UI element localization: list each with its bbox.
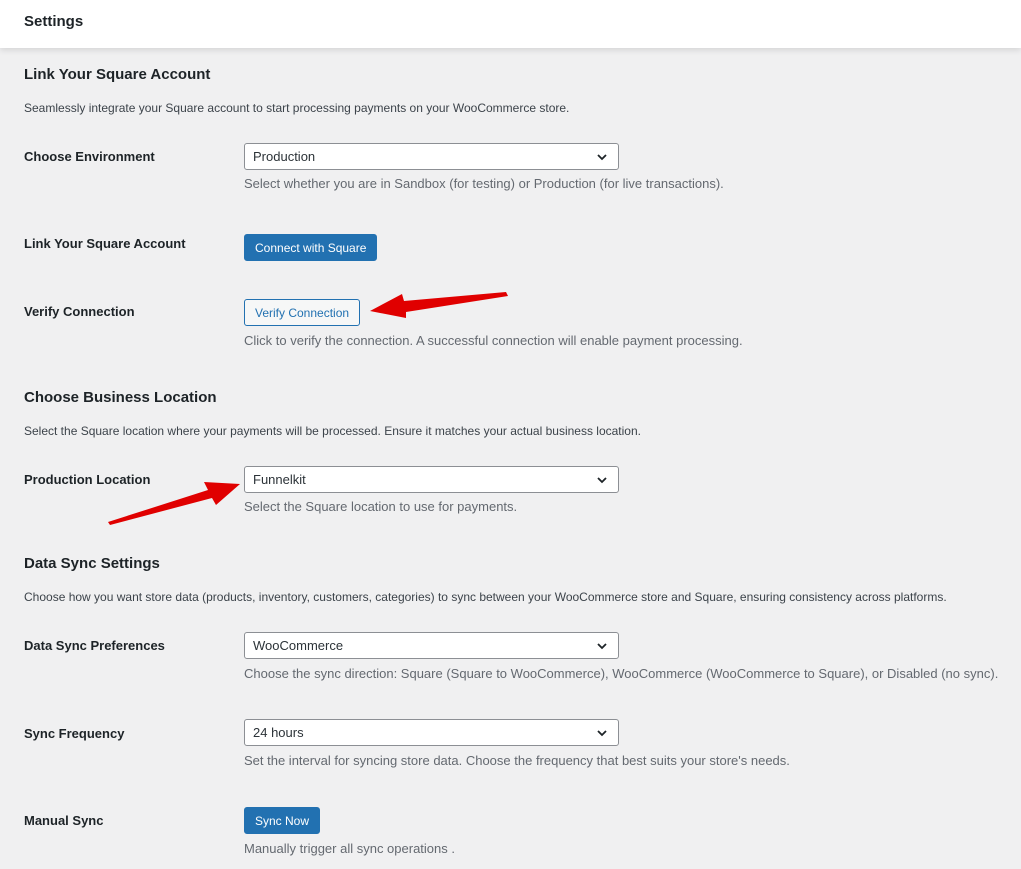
environment-label: Choose Environment — [24, 149, 155, 164]
connect-with-square-button[interactable]: Connect with Square — [244, 234, 378, 261]
section-description-link-account: Seamlessly integrate your Square account… — [24, 101, 570, 115]
sync-frequency-select[interactable]: 24 hours — [244, 719, 619, 746]
chevron-down-icon — [597, 477, 607, 484]
data-sync-preferences-help: Choose the sync direction: Square (Squar… — [244, 666, 999, 681]
section-title-business-location: Choose Business Location — [24, 389, 217, 406]
page-title: Settings — [24, 13, 84, 30]
page-header: Settings — [0, 0, 1021, 48]
environment-select[interactable]: Production — [244, 143, 619, 170]
annotation-arrow-verify — [370, 292, 508, 318]
verify-connection-help: Click to verify the connection. A succes… — [244, 333, 743, 348]
chevron-down-icon — [597, 154, 607, 161]
sync-now-button[interactable]: Sync Now — [244, 807, 321, 834]
environment-help: Select whether you are in Sandbox (for t… — [244, 176, 724, 191]
chevron-down-icon — [597, 643, 607, 650]
link-account-label: Link Your Square Account — [24, 236, 186, 251]
section-description-business-location: Select the Square location where your pa… — [24, 424, 641, 438]
sync-frequency-help: Set the interval for syncing store data.… — [244, 753, 790, 768]
production-location-select[interactable]: Funnelkit — [244, 466, 619, 493]
verify-connection-button[interactable]: Verify Connection — [244, 299, 361, 326]
data-sync-preferences-selected-value: WooCommerce — [253, 638, 344, 653]
environment-selected-value: Production — [253, 149, 316, 164]
section-description-data-sync: Choose how you want store data (products… — [24, 590, 947, 604]
section-title-data-sync: Data Sync Settings — [24, 555, 160, 572]
sync-frequency-selected-value: 24 hours — [253, 725, 304, 740]
sync-frequency-label: Sync Frequency — [24, 726, 125, 741]
chevron-down-icon — [597, 730, 607, 737]
data-sync-preferences-label: Data Sync Preferences — [24, 638, 165, 653]
production-location-help: Select the Square location to use for pa… — [244, 499, 518, 514]
verify-connection-label: Verify Connection — [24, 304, 135, 319]
production-location-selected-value: Funnelkit — [253, 472, 306, 487]
data-sync-preferences-select[interactable]: WooCommerce — [244, 632, 619, 659]
annotation-arrow-location — [108, 482, 240, 525]
manual-sync-help: Manually trigger all sync operations . — [244, 841, 455, 856]
section-title-link-account: Link Your Square Account — [24, 66, 211, 83]
manual-sync-label: Manual Sync — [24, 813, 104, 828]
